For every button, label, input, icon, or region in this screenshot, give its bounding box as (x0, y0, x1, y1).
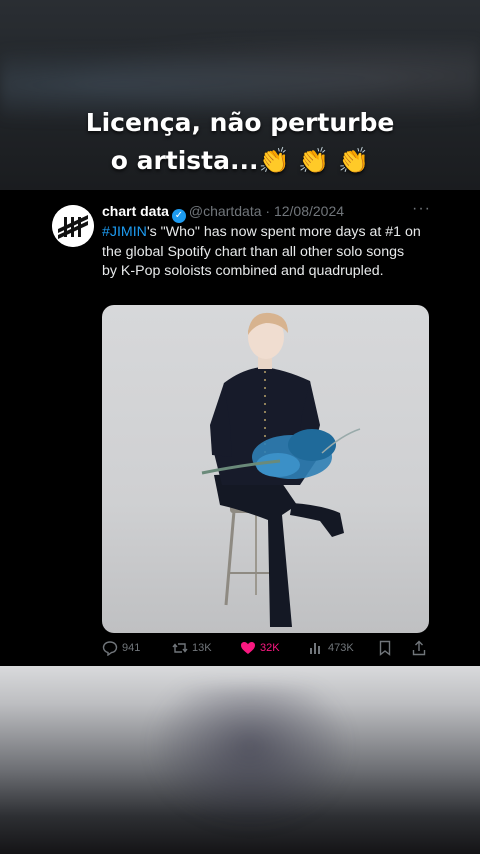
views-icon (310, 643, 320, 654)
retweet-icon (172, 643, 188, 653)
like-button[interactable]: 32K (240, 640, 280, 656)
share-icon (412, 640, 426, 656)
tweet-header: chart data ✓ @chartdata · 12/08/2024 (102, 203, 344, 223)
author-handle[interactable]: @chartdata (189, 203, 262, 219)
tweet-actions: 941 13K 32K 473K (102, 640, 432, 658)
tweet-photo[interactable] (102, 305, 429, 633)
bookmark-icon (379, 640, 391, 656)
blurred-background-bottom (0, 666, 480, 854)
tweet-date: · 12/08/2024 (265, 203, 345, 219)
verified-badge-icon: ✓ (171, 209, 186, 223)
author-name[interactable]: chart data (102, 203, 169, 219)
tweet-text: #JIMIN's "Who" has now spent more days a… (102, 223, 422, 282)
reply-count: 941 (122, 642, 141, 654)
bookmark-button[interactable] (378, 640, 392, 656)
caption-line-2: o artista...👏 👏 👏 (110, 146, 370, 175)
tweet-body: 's "Who" has now spent more days at #1 o… (102, 224, 421, 279)
avatar[interactable] (52, 205, 94, 247)
share-button[interactable] (412, 640, 426, 656)
like-count: 32K (260, 642, 280, 654)
reply-button[interactable]: 941 (102, 640, 140, 656)
hashtag-link[interactable]: #JIMIN (102, 224, 147, 240)
views-button[interactable]: 473K (308, 640, 354, 656)
heart-icon (241, 642, 255, 654)
reply-icon (102, 641, 118, 656)
more-options-icon[interactable]: ··· (412, 200, 431, 218)
retweet-button[interactable]: 13K (172, 640, 212, 656)
video-caption: Licença, não perturbe o artista...👏 👏 👏 (0, 104, 480, 180)
views-count: 473K (328, 642, 354, 654)
chart-data-logo-icon (52, 205, 94, 247)
caption-line-1: Licença, não perturbe (85, 108, 395, 137)
retweet-count: 13K (192, 642, 212, 654)
photo-illustration (201, 312, 361, 627)
